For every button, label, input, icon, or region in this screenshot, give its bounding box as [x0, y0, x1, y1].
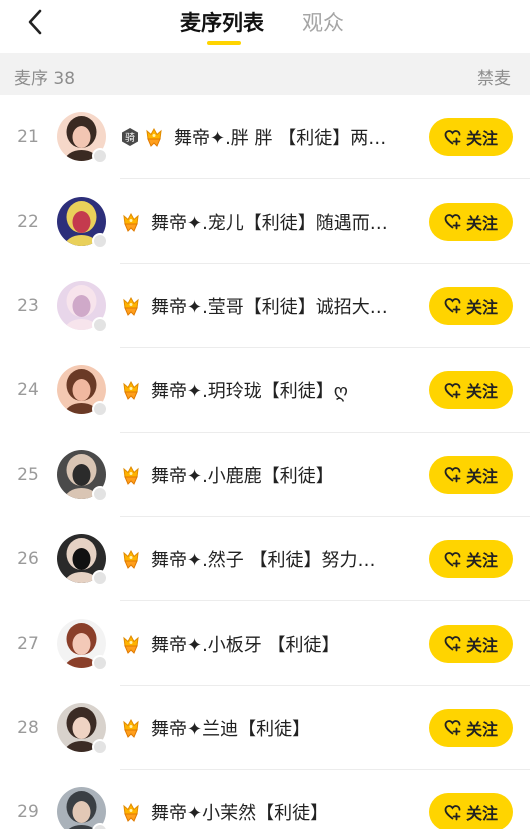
queue-position: 25 — [17, 464, 39, 485]
user-nickname[interactable]: 舞帝✦.玥玲珑【利徒】ღ — [151, 377, 348, 403]
queue-row[interactable]: 26 舞帝✦.然子 【利徒】努力… 关注 — [0, 517, 530, 602]
chevron-left-icon — [28, 9, 42, 35]
queue-row[interactable]: 24 舞帝✦.玥玲珑【利徒】ღ 关注 — [0, 348, 530, 433]
heart-plus-icon — [444, 719, 461, 736]
queue-row[interactable]: 23 舞帝✦.莹哥【利徒】诚招大… 关注 — [0, 264, 530, 349]
user-badges — [120, 464, 142, 486]
online-status-dot — [92, 654, 108, 671]
follow-button[interactable]: 关注 — [429, 202, 513, 241]
queue-count-label: 麦序 38 — [14, 69, 76, 89]
user-nickname[interactable]: 舞帝✦.宠儿【利徒】随遇而… — [151, 209, 388, 235]
user-badges — [120, 379, 142, 401]
queue-row[interactable]: 21 骑 舞帝✦.胖 胖 【利徒】两… 关注 — [0, 95, 530, 180]
heart-plus-icon — [444, 551, 461, 568]
follow-button[interactable]: 关注 — [429, 118, 513, 157]
active-tab-indicator — [207, 41, 241, 45]
heart-plus-icon — [444, 466, 461, 483]
follow-button[interactable]: 关注 — [429, 793, 513, 829]
user-badges — [120, 548, 142, 570]
user-nickname[interactable]: 舞帝✦小茉然【利徒】 — [151, 799, 328, 825]
follow-label: 关注 — [465, 635, 498, 655]
user-badges: 骑 — [120, 126, 165, 148]
queue-position: 29 — [17, 802, 39, 823]
queue-position: 28 — [17, 717, 39, 738]
user-badges — [120, 801, 142, 823]
crown-badge-icon — [120, 717, 142, 739]
follow-label: 关注 — [465, 551, 498, 571]
follow-label: 关注 — [465, 213, 498, 233]
user-nickname[interactable]: 舞帝✦.胖 胖 【利徒】两… — [174, 124, 386, 150]
crown-badge-icon — [120, 801, 142, 823]
online-status-dot — [92, 148, 108, 165]
follow-button[interactable]: 关注 — [429, 708, 513, 747]
queue-row[interactable]: 22 舞帝✦.宠儿【利徒】随遇而… 关注 — [0, 179, 530, 264]
online-status-dot — [92, 823, 108, 829]
queue-position: 26 — [17, 549, 39, 570]
follow-label: 关注 — [465, 382, 498, 402]
online-status-dot — [92, 738, 108, 755]
queue-position: 22 — [17, 211, 39, 232]
user-badges — [120, 295, 142, 317]
user-badges — [120, 211, 142, 233]
mic-queue-list[interactable]: 21 骑 舞帝✦.胖 胖 【利徒】两… 关注 22 舞帝✦.宠儿【利徒】随遇而… 关注 23 舞… — [0, 95, 530, 829]
follow-button[interactable]: 关注 — [429, 455, 513, 494]
follow-button[interactable]: 关注 — [429, 540, 513, 579]
crown-badge-icon — [143, 126, 165, 148]
queue-position: 21 — [17, 127, 39, 148]
follow-label: 关注 — [465, 129, 498, 149]
heart-plus-icon — [444, 213, 461, 230]
online-status-dot — [92, 570, 108, 587]
heart-plus-icon — [444, 297, 461, 314]
queue-row[interactable]: 29 舞帝✦小茉然【利徒】 关注 — [0, 770, 530, 829]
online-status-dot — [92, 232, 108, 249]
queue-row[interactable]: 27 舞帝✦.小板牙 【利徒】 关注 — [0, 601, 530, 686]
heart-plus-icon — [444, 804, 461, 821]
user-badges — [120, 633, 142, 655]
user-nickname[interactable]: 舞帝✦.小板牙 【利徒】 — [151, 631, 340, 657]
online-status-dot — [92, 316, 108, 333]
ride-badge-text: 骑 — [125, 131, 135, 144]
follow-label: 关注 — [465, 466, 498, 486]
follow-label: 关注 — [465, 719, 498, 739]
queue-subheader: 麦序 38 禁麦 — [0, 53, 530, 95]
queue-position: 27 — [17, 633, 39, 654]
crown-badge-icon — [120, 379, 142, 401]
tab-audience[interactable]: 观众 — [302, 9, 344, 37]
queue-position: 24 — [17, 380, 39, 401]
follow-label: 关注 — [465, 804, 498, 824]
crown-badge-icon — [120, 633, 142, 655]
crown-badge-icon — [120, 548, 142, 570]
heart-plus-icon — [444, 382, 461, 399]
heart-plus-icon — [444, 635, 461, 652]
ride-badge-icon: 骑 — [120, 127, 140, 147]
mute-mic-button[interactable]: 禁麦 — [477, 64, 511, 89]
follow-label: 关注 — [465, 297, 498, 317]
top-navigation-bar: 麦序列表 观众 — [0, 0, 530, 52]
tab-mic-queue[interactable]: 麦序列表 — [180, 9, 264, 37]
user-nickname[interactable]: 舞帝✦.莹哥【利徒】诚招大… — [151, 293, 388, 319]
user-nickname[interactable]: 舞帝✦.然子 【利徒】努力… — [151, 546, 376, 572]
follow-button[interactable]: 关注 — [429, 624, 513, 663]
online-status-dot — [92, 401, 108, 418]
back-button[interactable] — [22, 6, 52, 40]
follow-button[interactable]: 关注 — [429, 371, 513, 410]
online-status-dot — [92, 485, 108, 502]
crown-badge-icon — [120, 464, 142, 486]
queue-position: 23 — [17, 295, 39, 316]
follow-button[interactable]: 关注 — [429, 286, 513, 325]
user-badges — [120, 717, 142, 739]
crown-badge-icon — [120, 211, 142, 233]
queue-row[interactable]: 25 舞帝✦.小鹿鹿【利徒】 关注 — [0, 433, 530, 517]
queue-row[interactable]: 28 舞帝✦兰迪【利徒】 关注 — [0, 686, 530, 771]
user-nickname[interactable]: 舞帝✦.小鹿鹿【利徒】 — [151, 462, 334, 488]
crown-badge-icon — [120, 295, 142, 317]
heart-plus-icon — [444, 129, 461, 146]
user-nickname[interactable]: 舞帝✦兰迪【利徒】 — [151, 715, 310, 741]
